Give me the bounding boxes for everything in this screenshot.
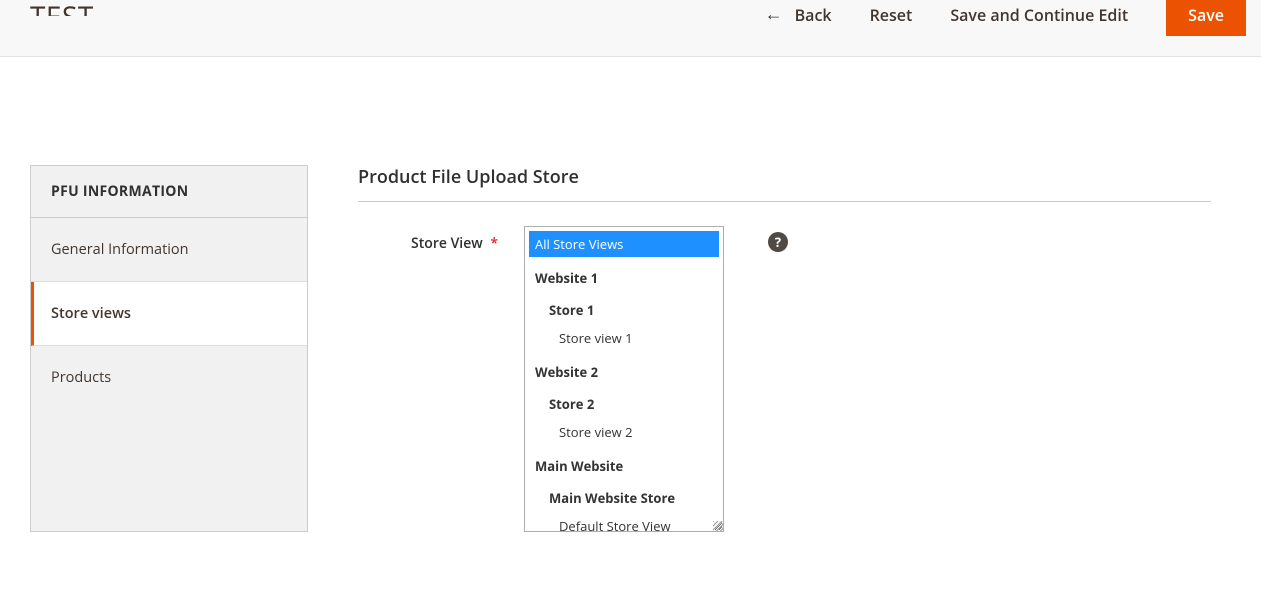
sidebar-tab-general[interactable]: General Information (31, 218, 307, 282)
listbox-option[interactable]: Store 2 (529, 391, 719, 417)
help-icon-text: ? (775, 233, 781, 251)
header-actions: ← Back Reset Save and Continue Edit Save (765, 0, 1246, 36)
section-divider (358, 201, 1211, 202)
sidebar-item-label: Store views (51, 304, 131, 323)
listbox-option[interactable]: Default Store View (529, 513, 719, 532)
main-panel: Product File Upload Store Store View * A… (358, 165, 1211, 532)
sidebar-tab-store-views[interactable]: Store views (31, 282, 307, 346)
sidebar-item-label: Products (51, 368, 111, 387)
store-view-row: Store View * All Store Views Website 1 Sto… (358, 226, 1211, 532)
reset-button[interactable]: Reset (870, 0, 913, 34)
section-title: Product File Upload Store (358, 165, 1211, 189)
listbox-option[interactable]: Website 2 (529, 359, 719, 385)
required-marker: * (490, 234, 498, 253)
listbox-option[interactable]: All Store Views (529, 231, 719, 257)
listbox-option[interactable]: Store view 1 (529, 325, 719, 351)
content-wrap: PFU INFORMATION General Information Stor… (0, 57, 1261, 572)
save-button-label: Save (1188, 4, 1224, 26)
page-title: TEST (30, 0, 94, 16)
back-button[interactable]: ← Back (765, 3, 832, 27)
sidebar: PFU INFORMATION General Information Stor… (30, 165, 308, 532)
sidebar-item-label: General Information (51, 240, 189, 259)
listbox-option[interactable]: Main Website Store (529, 485, 719, 511)
help-icon[interactable]: ? (768, 232, 788, 252)
sidebar-tab-products[interactable]: Products (31, 346, 307, 409)
store-view-label: Store View * (358, 226, 498, 253)
save-continue-label: Save and Continue Edit (950, 4, 1128, 26)
listbox-option[interactable]: Store 1 (529, 297, 719, 323)
header-bar: TEST ← Back Reset Save and Continue Edit… (0, 0, 1261, 57)
listbox-option[interactable]: Website 1 (529, 265, 719, 291)
listbox-option[interactable]: Main Website (529, 453, 719, 479)
field-label-text: Store View (411, 234, 483, 253)
store-view-listbox-wrap: All Store ViewsWebsite 1Store 1Store vie… (524, 226, 724, 532)
back-button-label: Back (795, 4, 832, 26)
sidebar-heading: PFU INFORMATION (31, 166, 307, 218)
reset-button-label: Reset (870, 4, 913, 26)
save-continue-button[interactable]: Save and Continue Edit (950, 0, 1128, 34)
save-button[interactable]: Save (1166, 0, 1246, 36)
store-view-listbox[interactable]: All Store ViewsWebsite 1Store 1Store vie… (524, 226, 724, 532)
listbox-option[interactable]: Store view 2 (529, 419, 719, 445)
back-arrow-icon: ← (765, 2, 783, 26)
